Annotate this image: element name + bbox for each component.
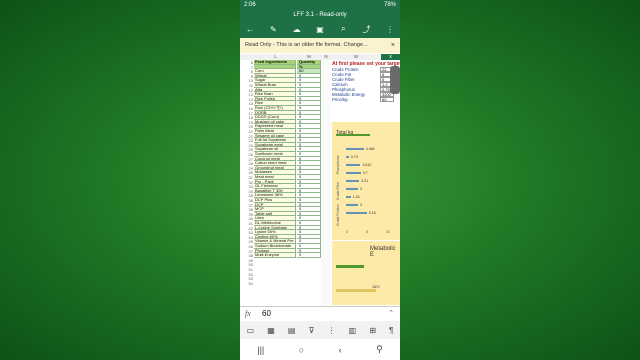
- paragraph-icon[interactable]: ¶: [389, 326, 393, 335]
- chart-a-bar: [346, 148, 364, 150]
- ribbon-icon-6[interactable]: ▥: [349, 326, 357, 335]
- status-time: 2:06: [244, 2, 256, 8]
- status-battery: 78%: [383, 2, 396, 8]
- back-arrow-icon[interactable]: ←: [244, 25, 256, 34]
- chart-b-bar-1: [336, 265, 364, 268]
- row-number[interactable]: 54: [240, 281, 254, 286]
- total-kg-chart: Total kg 4.464 0.74 3.612 3.7 3.31 3 1.16 3 5.18…: [332, 122, 400, 240]
- bottom-ribbon: ▭ ▦ ▤ ⊽ ⋮ ▥ ⊞ ¶: [240, 321, 400, 339]
- chart-a-bar-label: 1.16: [352, 194, 360, 199]
- ribbon-icon-1[interactable]: ▭: [247, 326, 255, 335]
- formula-value[interactable]: 60: [262, 309, 271, 318]
- chart-a-bar-label: 0.74: [350, 154, 358, 159]
- chart-a-bar: [346, 172, 361, 174]
- ribbon-icon-2[interactable]: ▦: [267, 326, 275, 335]
- chart-a-bar-label: 3: [360, 186, 362, 191]
- home-icon[interactable]: ○: [299, 345, 304, 355]
- document-title: LFF 3.1 - Read-only: [293, 12, 347, 18]
- chart-a-bar: [346, 196, 351, 198]
- filter-icon[interactable]: ⊽: [309, 326, 315, 335]
- target-label: Price/kg: [332, 97, 348, 102]
- target-row: Price/kg 60: [332, 97, 400, 102]
- column-header-x[interactable]: X: [381, 54, 400, 60]
- chart-b-title: Metabolic E: [370, 246, 396, 258]
- spreadsheet-grid[interactable]: L M N W X 6 7 8 9 10 11 12 13 14 15 16 17 18 19 20 21 22…: [240, 54, 400, 306]
- chevron-up-icon[interactable]: ⌃: [388, 309, 394, 317]
- chart-a-bar-label: 3.7: [362, 170, 368, 175]
- chart-a-x-tick: 0: [346, 230, 348, 234]
- chart-a-bar: [346, 204, 358, 206]
- chart-a-bar-label: 4.464: [365, 146, 375, 151]
- search-icon[interactable]: ⌕: [337, 24, 349, 34]
- chart-a-bar-label: 3.31: [361, 178, 369, 183]
- ribbon-icon-7[interactable]: ⊞: [369, 326, 376, 335]
- metabolic-energy-chart: Metabolic E 1871: [332, 241, 400, 305]
- scroll-handle[interactable]: [390, 66, 400, 94]
- pen-icon[interactable]: ✎: [267, 25, 279, 34]
- feed-ingredient-cell[interactable]: Multi-Enzyme: [254, 253, 296, 258]
- chart-a-bar-label: 3.612: [362, 162, 372, 167]
- fx-icon: fx: [245, 309, 251, 318]
- cloud-icon[interactable]: ☁: [291, 25, 303, 34]
- chart-a-bar: [346, 164, 361, 166]
- chart-a-bar-label: 3: [360, 202, 362, 207]
- back-icon[interactable]: ‹: [339, 345, 342, 355]
- readonly-banner-text: Read Only - This is an older file format…: [245, 42, 368, 48]
- formula-bar[interactable]: fx 60 ⌃: [240, 306, 400, 321]
- chart-a-bar: [346, 212, 367, 214]
- chart-b-value: 1871: [372, 285, 380, 289]
- readonly-banner[interactable]: Read Only - This is an older file format…: [240, 38, 400, 53]
- target-value-input[interactable]: 60: [380, 97, 394, 102]
- chart-a-x-tick: 10: [386, 230, 390, 234]
- ribbon-icon-3[interactable]: ▤: [288, 326, 296, 335]
- more-icon[interactable]: ⋮: [384, 25, 396, 34]
- chart-a-axis-label: Crude Protein: [336, 204, 340, 226]
- chart-a-x-tick: 5: [366, 230, 368, 234]
- share-icon[interactable]: ⤴: [361, 24, 373, 35]
- system-nav-bar: ||| ○ ‹ ⚲: [240, 339, 400, 360]
- accessibility-icon[interactable]: ⚲: [376, 344, 383, 355]
- column-n-blank: [321, 60, 331, 306]
- status-bar: 2:06 78%: [244, 2, 396, 10]
- chart-a-bar: [346, 156, 349, 158]
- save-icon[interactable]: ▣: [314, 25, 326, 34]
- top-toolbar: ← ✎ ☁ ▣ ⌕ ⤴ ⋮: [244, 23, 396, 35]
- quantity-cell[interactable]: 0: [297, 253, 321, 258]
- recent-apps-icon[interactable]: |||: [257, 345, 264, 355]
- chart-a-green-line: [336, 134, 370, 136]
- close-icon[interactable]: ×: [391, 38, 395, 53]
- app-header: 2:06 78% LFF 3.1 - Read-only ← ✎ ☁ ▣ ⌕ ⤴…: [240, 0, 400, 38]
- chart-b-bar-2: [336, 289, 376, 292]
- chart-a-bar-label: 5.18: [368, 210, 376, 215]
- chart-a-bar: [346, 188, 358, 190]
- ribbon-more-icon[interactable]: ⋮: [328, 326, 336, 335]
- column-header-w[interactable]: W: [331, 54, 382, 60]
- chart-a-axis-label: Crude Fiber: [336, 181, 340, 200]
- phone-screen: 2:06 78% LFF 3.1 - Read-only ← ✎ ☁ ▣ ⌕ ⤴…: [240, 0, 400, 360]
- chart-a-axis-label: Phosphorus: [336, 155, 340, 174]
- chart-a-bar: [346, 180, 360, 182]
